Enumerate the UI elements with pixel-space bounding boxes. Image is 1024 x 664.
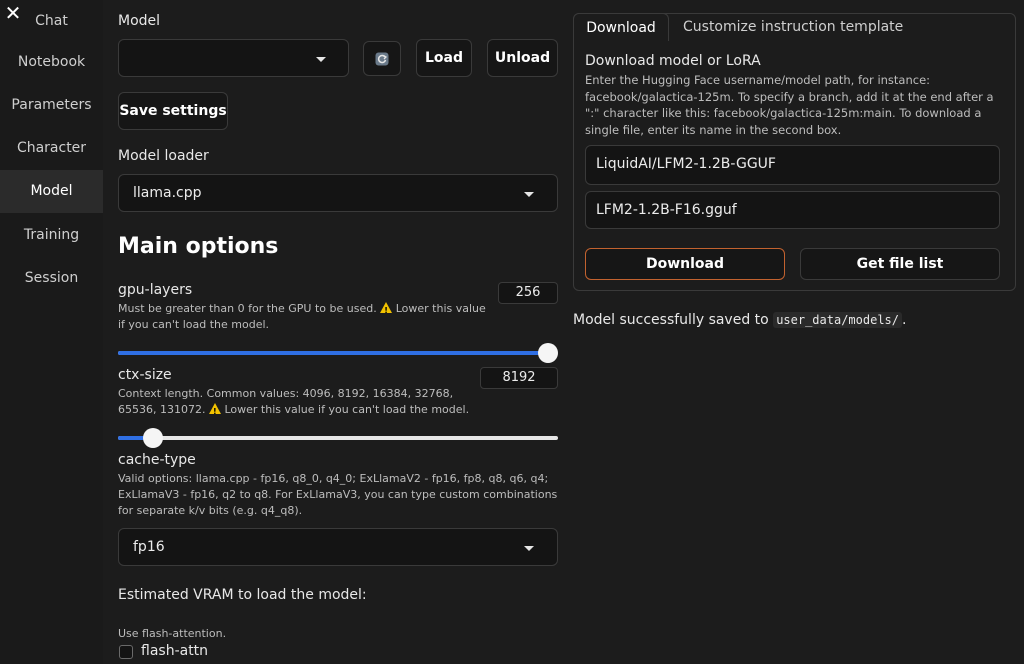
load-button[interactable]: Load bbox=[416, 39, 472, 77]
model-loader-value: llama.cpp bbox=[133, 185, 202, 201]
refresh-button[interactable] bbox=[363, 41, 401, 76]
flash-attn-help: Use flash-attention. bbox=[118, 627, 227, 640]
gpu-layers-label: gpu-layers bbox=[118, 282, 193, 298]
gpu-layers-input[interactable]: 256 bbox=[498, 282, 558, 304]
ctx-size-help: Context length. Common values: 4096, 819… bbox=[118, 386, 488, 420]
cache-type-help: Valid options: llama.cpp - fp16, q8_0, q… bbox=[118, 472, 558, 517]
gpu-layers-help: Must be greater than 0 for the GPU to be… bbox=[118, 301, 488, 333]
refresh-icon bbox=[375, 52, 389, 66]
flash-attn-label: flash-attn bbox=[141, 643, 209, 659]
tab-download[interactable]: Download bbox=[573, 13, 669, 41]
tab-customize-instruction-template[interactable]: Customize instruction template bbox=[683, 13, 903, 41]
chevron-down-icon bbox=[316, 57, 326, 62]
status-prefix: Model successfully saved to bbox=[573, 312, 769, 328]
download-title: Download model or LoRA bbox=[585, 53, 761, 69]
chevron-down-icon bbox=[524, 546, 534, 551]
model-label: Model bbox=[118, 13, 161, 29]
nav-item-notebook[interactable]: Notebook bbox=[0, 41, 103, 84]
ctx-size-input[interactable]: 8192 bbox=[480, 367, 558, 389]
ctx-size-slider-thumb[interactable] bbox=[143, 428, 163, 448]
unload-button[interactable]: Unload bbox=[487, 39, 558, 77]
status-suffix: . bbox=[902, 312, 907, 328]
main-panel: Model Load Unload Save settings Model lo… bbox=[103, 0, 1024, 664]
ctx-size-help-b: Lower this value if you can't load the m… bbox=[224, 403, 470, 416]
download-button[interactable]: Download bbox=[585, 248, 785, 280]
gpu-layers-slider[interactable] bbox=[118, 343, 558, 363]
flash-attn-checkbox[interactable] bbox=[119, 645, 133, 659]
gpu-layers-help-a: Must be greater than 0 for the GPU to be… bbox=[118, 302, 377, 315]
model-loader-label: Model loader bbox=[118, 148, 209, 164]
gpu-layers-slider-fill bbox=[118, 351, 548, 355]
file-input-value: LFM2-1.2B-F16.gguf bbox=[596, 202, 737, 218]
download-help: Enter the Hugging Face username/model pa… bbox=[585, 73, 994, 137]
get-file-list-button[interactable]: Get file list bbox=[800, 248, 1000, 280]
save-settings-button[interactable]: Save settings bbox=[118, 92, 228, 130]
nav-item-parameters[interactable]: Parameters bbox=[0, 84, 103, 127]
nav-label: Chat bbox=[35, 13, 68, 29]
repo-input[interactable]: LiquidAI/LFM2-1.2B-GGUF bbox=[585, 145, 1000, 185]
vram-estimate-label: Estimated VRAM to load the model: bbox=[118, 587, 367, 603]
nav-item-training[interactable]: Training bbox=[0, 214, 103, 257]
repo-input-value: LiquidAI/LFM2-1.2B-GGUF bbox=[596, 156, 776, 172]
cache-type-value: fp16 bbox=[133, 539, 165, 555]
cache-type-label: cache-type bbox=[118, 452, 196, 468]
model-dropdown[interactable] bbox=[118, 39, 349, 77]
gpu-layers-slider-thumb[interactable] bbox=[538, 343, 558, 363]
ctx-size-label: ctx-size bbox=[118, 367, 172, 383]
nav-item-model[interactable]: Model bbox=[0, 170, 103, 213]
nav-item-chat[interactable]: Chat bbox=[0, 0, 103, 43]
status-message: Model successfully saved to user_data/mo… bbox=[573, 312, 906, 328]
chevron-down-icon bbox=[524, 192, 534, 197]
status-path: user_data/models/ bbox=[773, 312, 903, 328]
nav-item-character[interactable]: Character bbox=[0, 127, 103, 170]
warning-icon bbox=[380, 302, 393, 319]
model-loader-dropdown[interactable]: llama.cpp bbox=[118, 174, 558, 212]
cache-type-dropdown[interactable]: fp16 bbox=[118, 528, 558, 566]
sidebar: ✕ Chat Notebook Parameters Character Mod… bbox=[0, 0, 103, 664]
nav-item-session[interactable]: Session bbox=[0, 257, 103, 300]
warning-icon bbox=[208, 403, 221, 420]
main-options-heading: Main options bbox=[118, 234, 279, 259]
file-input[interactable]: LFM2-1.2B-F16.gguf bbox=[585, 191, 1000, 229]
ctx-size-slider[interactable] bbox=[118, 428, 558, 448]
